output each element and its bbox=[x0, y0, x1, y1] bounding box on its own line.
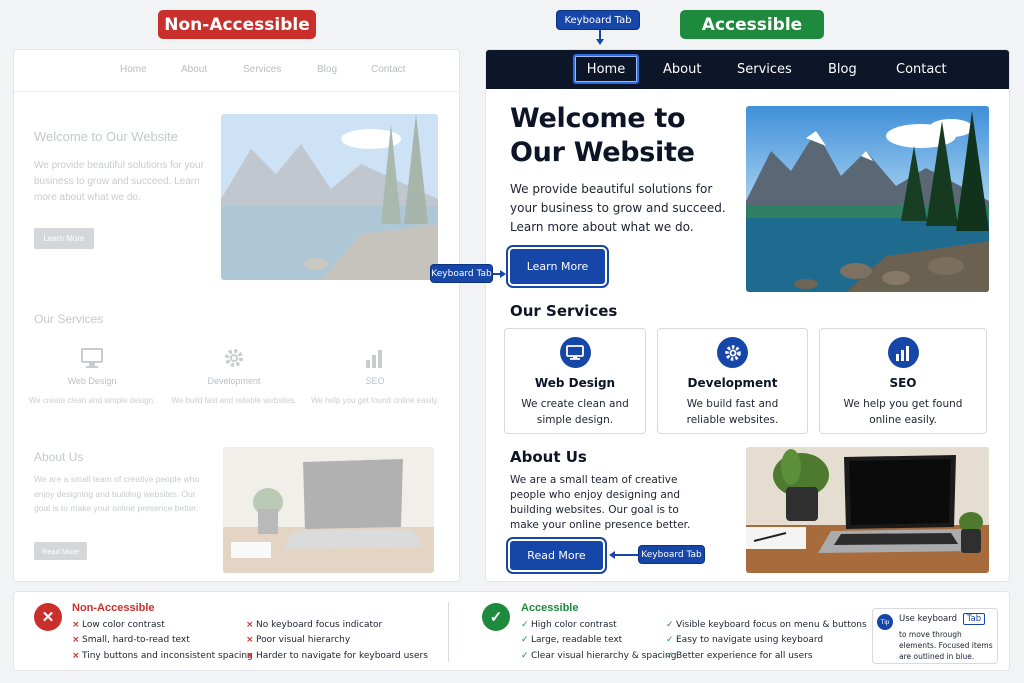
nav-blog[interactable]: Blog bbox=[828, 50, 857, 89]
legend-bad-item: × Harder to navigate for keyboard users bbox=[246, 651, 428, 661]
nav-bar: Home About Services Blog Contact bbox=[486, 50, 1009, 89]
service-card-development: Development We build fast and reliable w… bbox=[164, 336, 304, 436]
hero-text: We provide beautiful solutions for your … bbox=[34, 160, 204, 203]
legend-bad-item: × Tiny buttons and inconsistent spacing bbox=[72, 651, 253, 661]
check-circle-icon: ✓ bbox=[482, 603, 510, 631]
hero-title-line1: Welcome to bbox=[510, 103, 686, 134]
callout-arrow bbox=[615, 554, 638, 556]
legend-good-item: ✓ Better experience for all users bbox=[666, 651, 813, 661]
keyboard-tab-callout-learn-more: Keyboard Tab bbox=[430, 264, 493, 283]
service-title: Development bbox=[687, 376, 778, 390]
legend-good-item: ✓ Visible keyboard focus on menu & button… bbox=[666, 620, 867, 630]
about-text: We are a small team of creative people w… bbox=[34, 474, 200, 513]
service-text: We create clean and simple design. bbox=[521, 398, 629, 426]
read-more-button[interactable]: Read More bbox=[510, 541, 603, 570]
non-accessible-label: Non-Accessible bbox=[158, 10, 316, 39]
tip-text: to move through elements. Focused items … bbox=[899, 630, 993, 661]
keyboard-tab-callout-read-more: Keyboard Tab bbox=[638, 545, 705, 564]
service-title: SEO bbox=[889, 376, 917, 390]
callout-arrowhead bbox=[500, 270, 506, 278]
legend-good-item: ✓ Easy to navigate using keyboard bbox=[666, 635, 824, 645]
services-heading: Our Services bbox=[34, 312, 104, 326]
service-text: We help you get found online easily. bbox=[311, 396, 439, 405]
comparison-legend: ✕ Non-Accessible × Low color contrast × Sm… bbox=[13, 591, 1010, 671]
legend-bad-item: × Small, hard-to-read text bbox=[72, 635, 190, 645]
monitor-icon bbox=[559, 337, 591, 368]
service-title: Development bbox=[207, 376, 261, 386]
legend-bad-title: Non-Accessible bbox=[72, 602, 155, 614]
tip-badge: Tip bbox=[877, 614, 893, 630]
keyboard-tip-box: Tip Use keyboard Tab to move through ele… bbox=[872, 608, 998, 664]
hero-image bbox=[746, 106, 989, 292]
about-image bbox=[223, 447, 434, 573]
legend-good-item: ✓ Clear visual hierarchy & spacing bbox=[521, 651, 677, 661]
service-card-web-design: Web Design We create clean and simple de… bbox=[504, 328, 646, 434]
about-text: We are a small team of creative people w… bbox=[510, 474, 691, 531]
callout-arrowhead bbox=[596, 39, 604, 45]
legend-bad-item: × No keyboard focus indicator bbox=[246, 620, 383, 630]
about-image bbox=[746, 447, 989, 573]
service-card-development: Development We build fast and reliable w… bbox=[657, 328, 808, 434]
about-heading: About Us bbox=[34, 450, 84, 464]
service-card-web-design: Web Design We create clean and simple de… bbox=[22, 336, 162, 436]
nav-services[interactable]: Services bbox=[737, 50, 792, 89]
legend-good-item: ✓ Large, readable text bbox=[521, 635, 623, 645]
legend-bad-item: × Low color contrast bbox=[72, 620, 165, 630]
nav-bar: Home About Services Blog Contact bbox=[14, 50, 459, 92]
tip-prefix: Use keyboard bbox=[899, 614, 958, 624]
nav-contact[interactable]: Contact bbox=[371, 64, 405, 75]
service-title: SEO bbox=[365, 376, 385, 386]
nav-home[interactable]: Home bbox=[120, 64, 147, 75]
service-text: We build fast and reliable websites. bbox=[171, 396, 297, 405]
non-accessible-page: Home About Services Blog Contact Welcome… bbox=[13, 49, 460, 582]
service-title: Web Design bbox=[534, 376, 616, 390]
nav-about[interactable]: About bbox=[663, 50, 701, 89]
legend-bad-item: × Poor visual hierarchy bbox=[246, 635, 351, 645]
about-heading: About Us bbox=[510, 448, 587, 466]
hero-title: Welcome to Our Website bbox=[34, 129, 179, 144]
bar-chart-icon bbox=[363, 346, 387, 370]
service-text: We create clean and simple design. bbox=[28, 396, 156, 405]
hero-text: We provide beautiful solutions for your … bbox=[510, 182, 726, 234]
service-card-seo: SEO We help you get found online easily. bbox=[819, 328, 987, 434]
callout-arrowhead bbox=[609, 551, 615, 559]
service-title: Web Design bbox=[67, 376, 117, 386]
bar-chart-icon bbox=[887, 337, 919, 368]
accessible-label: Accessible bbox=[680, 10, 824, 39]
tip-heading: Use keyboard Tab bbox=[899, 613, 986, 625]
accessible-page: Home About Services Blog Contact Welcome… bbox=[485, 49, 1010, 582]
gear-icon bbox=[717, 337, 748, 368]
x-circle-icon: ✕ bbox=[34, 603, 62, 631]
services-heading: Our Services bbox=[510, 302, 618, 320]
service-text: We build fast and reliable websites. bbox=[686, 398, 779, 426]
keyboard-tab-callout-nav: Keyboard Tab bbox=[556, 10, 640, 30]
hero-image bbox=[221, 114, 438, 280]
nav-contact[interactable]: Contact bbox=[896, 50, 947, 89]
nav-about[interactable]: About bbox=[181, 64, 207, 75]
legend-good-title: Accessible bbox=[521, 602, 579, 614]
nav-services[interactable]: Services bbox=[243, 64, 281, 75]
gear-icon bbox=[222, 346, 246, 370]
monitor-icon bbox=[80, 346, 104, 370]
legend-divider bbox=[448, 602, 449, 662]
legend-good-item: ✓ High color contrast bbox=[521, 620, 617, 630]
learn-more-button[interactable]: Learn More bbox=[510, 249, 605, 284]
nav-home[interactable]: Home bbox=[573, 54, 639, 84]
learn-more-button[interactable]: Learn More bbox=[34, 228, 94, 249]
nav-blog[interactable]: Blog bbox=[317, 64, 337, 75]
tab-key-badge: Tab bbox=[962, 613, 986, 625]
service-card-seo: SEO We help you get found online easily. bbox=[305, 336, 445, 436]
service-text: We help you get found online easily. bbox=[843, 398, 963, 426]
hero-title-line2: Our Website bbox=[510, 137, 695, 168]
hero-title: Welcome to Our Website bbox=[510, 102, 695, 170]
read-more-button[interactable]: Read More bbox=[34, 542, 87, 560]
